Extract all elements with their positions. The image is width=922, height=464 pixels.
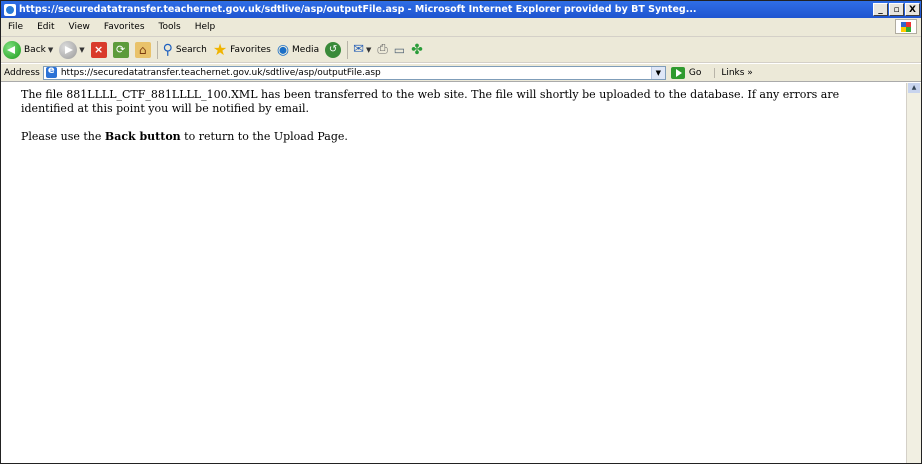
- window-title: https://securedatatransfer.teachernet.go…: [19, 4, 697, 15]
- address-dropdown-icon[interactable]: ▼: [650, 66, 665, 79]
- windows-logo-throbber: [895, 19, 917, 34]
- forward-dropdown-icon[interactable]: ▼: [79, 46, 84, 54]
- back-label: Back: [24, 44, 46, 55]
- refresh-icon: ⟳: [112, 41, 129, 58]
- print-button[interactable]: ⎙: [377, 42, 387, 58]
- go-button[interactable]: Go: [670, 66, 702, 79]
- back-arrow-icon: [3, 40, 21, 59]
- back-button-emphasis: Back button: [104, 130, 181, 143]
- refresh-button[interactable]: ⟳: [112, 41, 129, 58]
- windows-flag-icon: [901, 21, 911, 32]
- page-content: The file 881LLLL_CTF_881LLLL_100.XML has…: [1, 83, 906, 463]
- instruction-suffix: to return to the Upload Page.: [180, 130, 348, 143]
- favorites-label: Favorites: [230, 44, 271, 55]
- edit-button[interactable]: ▭: [394, 42, 405, 58]
- printer-icon: ⎙: [377, 41, 388, 57]
- search-label: Search: [175, 44, 207, 55]
- toolbar-separator: [156, 40, 158, 59]
- close-button[interactable]: X: [905, 3, 920, 16]
- messenger-icon: ✤: [411, 41, 423, 58]
- back-button[interactable]: Back ▼: [3, 40, 53, 59]
- browser-window: https://securedatatransfer.teachernet.go…: [0, 0, 922, 464]
- menu-file[interactable]: File: [1, 22, 30, 32]
- minimize-button[interactable]: _: [873, 3, 888, 16]
- maximize-button[interactable]: ▫: [889, 3, 904, 16]
- media-label: Media: [292, 44, 320, 55]
- mail-button[interactable]: ✉ ▼: [353, 42, 371, 58]
- home-button[interactable]: ⌂: [134, 41, 151, 58]
- edit-page-icon: ▭: [393, 42, 406, 57]
- instruction-prefix: Please use the: [21, 130, 105, 143]
- forward-button[interactable]: ▼: [59, 40, 85, 59]
- address-url[interactable]: https://securedatatransfer.teachernet.go…: [61, 68, 381, 78]
- title-bar: https://securedatatransfer.teachernet.go…: [1, 1, 921, 18]
- upload-confirmation-text: The file 881LLLL_CTF_881LLLL_100.XML has…: [21, 88, 840, 115]
- home-icon: ⌂: [134, 41, 151, 58]
- search-button[interactable]: ⚲ Search: [163, 42, 207, 58]
- stop-button[interactable]: ×: [90, 41, 107, 58]
- mail-icon: ✉: [353, 41, 364, 57]
- address-bar: Address https://securedatatransfer.teach…: [1, 64, 921, 82]
- toolbar-separator: [347, 40, 349, 59]
- menu-tools[interactable]: Tools: [152, 22, 188, 32]
- media-button[interactable]: ◉ Media: [277, 42, 319, 58]
- links-button[interactable]: Links »: [714, 67, 753, 78]
- page-icon: [45, 65, 57, 78]
- go-label: Go: [688, 67, 702, 78]
- window-controls: _ ▫ X: [873, 3, 920, 16]
- history-button[interactable]: ↺: [325, 41, 342, 58]
- menu-edit[interactable]: Edit: [30, 22, 61, 32]
- back-instruction-text: Please use the Back button to return to …: [21, 130, 886, 144]
- menu-bar: File Edit View Favorites Tools Help: [1, 18, 921, 37]
- ie-app-icon: [4, 3, 16, 16]
- history-icon: ↺: [325, 41, 342, 58]
- mail-dropdown-icon[interactable]: ▼: [366, 46, 371, 54]
- menu-favorites[interactable]: Favorites: [97, 22, 152, 32]
- standard-toolbar: Back ▼ ▼ × ⟳ ⌂ ⚲ Search ★ Favorites ◉ Me…: [1, 37, 921, 63]
- search-icon: ⚲: [162, 41, 173, 58]
- go-arrow-icon: [670, 66, 685, 79]
- menu-view[interactable]: View: [62, 22, 97, 32]
- stop-icon: ×: [90, 41, 107, 58]
- scroll-up-arrow-icon[interactable]: ▲: [908, 83, 920, 93]
- favorites-button[interactable]: ★ Favorites: [212, 39, 271, 59]
- star-icon: ★: [212, 39, 228, 59]
- messenger-button[interactable]: ✤: [411, 42, 423, 58]
- address-input[interactable]: https://securedatatransfer.teachernet.go…: [42, 65, 666, 80]
- back-dropdown-icon[interactable]: ▼: [48, 46, 53, 54]
- media-icon: ◉: [276, 41, 290, 58]
- forward-arrow-icon: [59, 40, 78, 59]
- address-label: Address: [4, 67, 40, 78]
- menu-help[interactable]: Help: [188, 22, 223, 32]
- vertical-scrollbar[interactable]: ▲: [906, 83, 921, 463]
